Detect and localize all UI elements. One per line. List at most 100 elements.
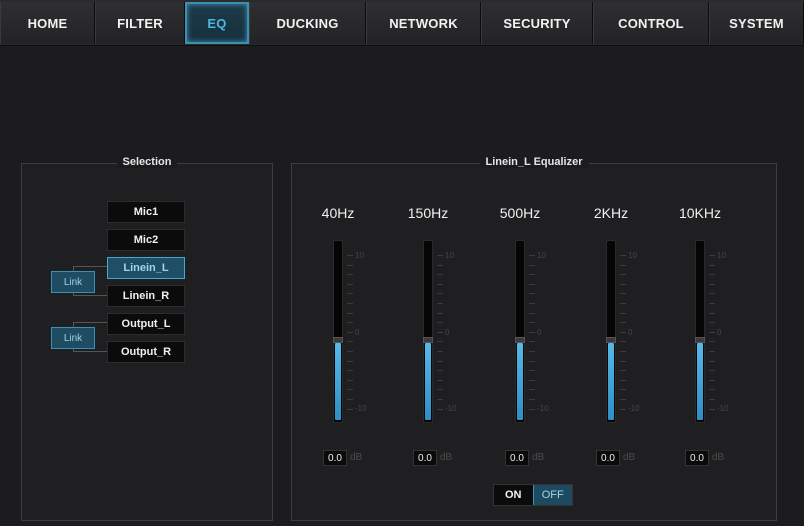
scale-tick [347, 360, 353, 362]
scale-tick [620, 331, 626, 333]
band-gain-unit: dB [350, 452, 363, 463]
band-gain-unit: dB [712, 452, 725, 463]
scale-tick [347, 331, 353, 333]
link-button-output[interactable]: Link [51, 327, 95, 349]
scale-tick [620, 322, 626, 324]
scale-tick [529, 322, 535, 324]
scale-tick [620, 283, 626, 285]
scale-tick [437, 370, 443, 372]
slider-handle[interactable] [333, 337, 343, 343]
slider-handle[interactable] [515, 337, 525, 343]
scale-label: -10 [717, 404, 729, 413]
band-gain-input[interactable]: 0.0 [323, 450, 347, 466]
eq-band-slider[interactable] [606, 240, 616, 423]
tab-eq[interactable]: EQ [185, 2, 249, 44]
scale-tick [620, 274, 626, 276]
scale-tick [437, 264, 443, 266]
tab-security[interactable]: SECURITY [481, 2, 593, 44]
scale-tick [347, 370, 353, 372]
band-gain-input[interactable]: 0.0 [505, 450, 529, 466]
scale-tick [529, 360, 535, 362]
selection-title: Selection [22, 156, 272, 168]
scale-label: 10 [445, 251, 454, 260]
scale-tick [709, 264, 715, 266]
scale-tick [347, 264, 353, 266]
scale-tick [709, 274, 715, 276]
scale-label: 10 [717, 251, 726, 260]
scale-tick [620, 370, 626, 372]
tab-network[interactable]: NETWORK [366, 2, 481, 44]
scale-tick [529, 399, 535, 400]
scale-tick [529, 255, 535, 256]
link-button-linein[interactable]: Link [51, 271, 95, 293]
eq-enable-toggle[interactable]: ON OFF [493, 484, 573, 506]
selection-item-output-r[interactable]: Output_R [107, 341, 185, 363]
tab-system[interactable]: SYSTEM [709, 2, 804, 44]
toggle-on-label[interactable]: ON [494, 485, 533, 505]
scale-tick [529, 303, 535, 304]
scale-label: 10 [355, 251, 364, 260]
band-frequency-label: 500Hz [499, 205, 541, 221]
tab-home[interactable]: HOME [0, 2, 95, 44]
scale-label: -10 [628, 404, 640, 413]
scale-tick [709, 283, 715, 285]
selection-item-mic2[interactable]: Mic2 [107, 229, 185, 251]
scale-tick [347, 312, 353, 314]
slider-scale [437, 255, 443, 415]
scale-tick [620, 379, 626, 381]
band-gain-input[interactable]: 0.0 [685, 450, 709, 466]
scale-tick [709, 389, 715, 391]
scale-label: -10 [445, 404, 457, 413]
scale-tick [437, 341, 443, 343]
slider-fill [697, 343, 703, 420]
scale-tick [437, 274, 443, 276]
selection-item-mic1[interactable]: Mic1 [107, 201, 185, 223]
scale-tick [620, 389, 626, 391]
tab-ducking[interactable]: DUCKING [249, 2, 366, 44]
scale-tick [437, 399, 443, 400]
scale-tick [529, 312, 535, 314]
scale-tick [347, 322, 353, 324]
band-gain-input[interactable]: 0.0 [413, 450, 437, 466]
eq-band-slider[interactable] [423, 240, 433, 423]
scale-tick [620, 255, 626, 256]
selection-item-linein-l[interactable]: Linein_L [107, 257, 185, 279]
scale-tick [709, 360, 715, 362]
scale-tick [620, 312, 626, 314]
scale-tick [529, 389, 535, 391]
main-tab-bar: HOME FILTER EQ DUCKING NETWORK SECURITY … [0, 0, 804, 46]
scale-tick [709, 322, 715, 324]
tab-control[interactable]: CONTROL [593, 2, 709, 44]
band-frequency-label: 150Hz [407, 205, 449, 221]
eq-band-slider[interactable] [695, 240, 705, 423]
slider-handle[interactable] [423, 337, 433, 343]
eq-band-slider[interactable] [333, 240, 343, 423]
scale-tick [529, 331, 535, 333]
scale-tick [620, 264, 626, 266]
band-gain-unit: dB [532, 452, 545, 463]
slider-scale [620, 255, 626, 415]
scale-tick [347, 303, 353, 304]
scale-tick [529, 264, 535, 266]
band-gain-input[interactable]: 0.0 [596, 450, 620, 466]
scale-label: 0 [537, 328, 542, 337]
scale-tick [347, 293, 353, 295]
eq-band-slider[interactable] [515, 240, 525, 423]
selection-item-linein-r[interactable]: Linein_R [107, 285, 185, 307]
scale-tick [709, 379, 715, 381]
slider-handle[interactable] [606, 337, 616, 343]
tab-filter[interactable]: FILTER [95, 2, 185, 44]
scale-tick [437, 379, 443, 381]
slider-handle[interactable] [695, 337, 705, 343]
band-frequency-label: 40Hz [321, 205, 355, 221]
band-frequency-label: 10KHz [678, 205, 722, 221]
scale-tick [437, 283, 443, 285]
band-frequency-label: 2KHz [593, 205, 629, 221]
scale-tick [709, 370, 715, 372]
slider-fill [425, 343, 431, 420]
scale-tick [709, 293, 715, 295]
scale-tick [620, 399, 626, 400]
selection-item-output-l[interactable]: Output_L [107, 313, 185, 335]
scale-tick [529, 293, 535, 295]
toggle-off-label[interactable]: OFF [532, 485, 572, 505]
